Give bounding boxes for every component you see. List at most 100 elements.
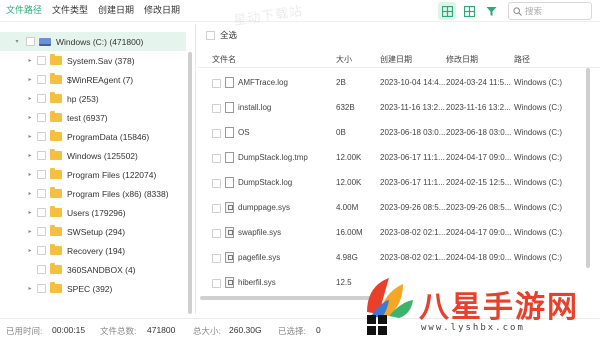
system-file-icon bbox=[225, 202, 234, 213]
row-checkbox[interactable] bbox=[212, 254, 221, 263]
tree-item-system-sav[interactable]: ▸ System.Sav (378) bbox=[0, 51, 186, 70]
tree-item-label: $WinREAgent (7) bbox=[67, 74, 134, 85]
tree-item-swsetup[interactable]: ▸ SWSetup (294) bbox=[0, 222, 186, 241]
file-created: 2023-11-16 13:2... bbox=[380, 103, 445, 112]
tree-item-label: hp (253) bbox=[67, 93, 99, 104]
expand-arrow-icon[interactable]: ▸ bbox=[25, 209, 35, 216]
file-row[interactable]: OS 0B 2023-06-18 03:0... 2023-06-18 03:0… bbox=[198, 121, 578, 146]
expand-arrow-icon[interactable]: ▸ bbox=[25, 190, 35, 197]
elapsed-time-label: 已用时间: bbox=[6, 326, 43, 336]
tree-checkbox[interactable] bbox=[37, 265, 46, 274]
file-created: 2023-06-18 03:0... bbox=[380, 128, 446, 137]
row-checkbox[interactable] bbox=[212, 104, 221, 113]
row-checkbox[interactable] bbox=[212, 229, 221, 238]
expand-arrow-icon[interactable]: ▸ bbox=[25, 133, 35, 140]
tab-file-type[interactable]: 文件类型 bbox=[50, 3, 90, 19]
column-header-created[interactable]: 创建日期 bbox=[380, 54, 412, 65]
tree-item-users[interactable]: ▸ Users (179296) bbox=[0, 203, 186, 222]
row-checkbox[interactable] bbox=[212, 279, 221, 288]
tree-checkbox[interactable] bbox=[37, 56, 46, 65]
filter-button[interactable] bbox=[482, 2, 500, 20]
expand-arrow-icon[interactable]: ▸ bbox=[25, 171, 35, 178]
folder-icon bbox=[50, 187, 62, 198]
row-checkbox[interactable] bbox=[212, 179, 221, 188]
file-name: DumpStack.log.tmp bbox=[238, 153, 308, 162]
file-size: 12.5 bbox=[336, 278, 352, 287]
row-checkbox[interactable] bbox=[212, 129, 221, 138]
tree-item-windows-c[interactable]: ▾ Windows (C:) (471800) bbox=[0, 32, 186, 51]
file-icon bbox=[225, 152, 234, 163]
tree-checkbox[interactable] bbox=[37, 227, 46, 236]
tree-item-hp[interactable]: ▸ hp (253) bbox=[0, 89, 186, 108]
tab-file-path[interactable]: 文件路径 bbox=[4, 3, 44, 19]
list-view-button[interactable] bbox=[460, 2, 478, 20]
expand-arrow-icon[interactable]: ▸ bbox=[25, 114, 35, 121]
search-input[interactable] bbox=[525, 6, 585, 16]
tree-checkbox[interactable] bbox=[37, 94, 46, 103]
file-list-scrollbar[interactable] bbox=[586, 68, 590, 268]
tree-item-label: ProgramData (15846) bbox=[67, 131, 150, 142]
tree-checkbox[interactable] bbox=[37, 189, 46, 198]
expand-arrow-icon[interactable]: ▸ bbox=[25, 247, 35, 254]
expand-arrow-icon[interactable]: ▸ bbox=[25, 228, 35, 235]
tree-item-program-files-x86[interactable]: ▸ Program Files (x86) (8338) bbox=[0, 184, 186, 203]
file-row[interactable]: DumpStack.log 12.00K 2023-06-17 11:1... … bbox=[198, 171, 578, 196]
folder-tree: ▾ Windows (C:) (471800) ▸ System.Sav (37… bbox=[0, 24, 196, 314]
file-path: Windows (C:) bbox=[514, 128, 563, 137]
tree-item-windows[interactable]: ▸ Windows (125502) bbox=[0, 146, 186, 165]
tree-item-winreagent[interactable]: ▸ $WinREAgent (7) bbox=[0, 70, 186, 89]
expand-arrow-icon[interactable]: ▸ bbox=[25, 76, 35, 83]
tree-item-360sandbox[interactable]: 360SANDBOX (4) bbox=[0, 260, 186, 279]
expand-arrow-icon[interactable]: ▸ bbox=[25, 95, 35, 102]
column-header-size[interactable]: 大小 bbox=[336, 54, 352, 65]
row-checkbox[interactable] bbox=[212, 204, 221, 213]
folder-icon bbox=[50, 111, 62, 122]
file-count-value: 471800 bbox=[147, 325, 176, 335]
file-row[interactable]: install.log 632B 2023-11-16 13:2... 2023… bbox=[198, 96, 578, 121]
tree-checkbox[interactable] bbox=[37, 246, 46, 255]
file-modified: 2024-03-24 11:5... bbox=[446, 78, 511, 87]
watermark-url: www.lyshbx.com bbox=[421, 323, 525, 333]
file-path: Windows (C:) bbox=[514, 178, 563, 187]
tree-item-test[interactable]: ▸ test (6937) bbox=[0, 108, 186, 127]
search-box[interactable] bbox=[508, 2, 592, 20]
expand-arrow-icon[interactable]: ▾ bbox=[12, 38, 22, 45]
file-row[interactable]: DumpStack.log.tmp 12.00K 2023-06-17 11:1… bbox=[198, 146, 578, 171]
tree-item-programdata[interactable]: ▸ ProgramData (15846) bbox=[0, 127, 186, 146]
grid-view-button[interactable] bbox=[438, 2, 456, 20]
file-row[interactable]: swapfile.sys 16.00M 2023-08-02 02:1... 2… bbox=[198, 221, 578, 246]
column-header-name[interactable]: 文件名 bbox=[212, 54, 236, 65]
selected-value: 0 bbox=[316, 325, 321, 335]
folder-icon bbox=[50, 149, 62, 160]
file-row[interactable]: dumppage.sys 4.00M 2023-09-26 08:5... 20… bbox=[198, 196, 578, 221]
tree-item-program-files[interactable]: ▸ Program Files (122074) bbox=[0, 165, 186, 184]
tree-checkbox[interactable] bbox=[37, 284, 46, 293]
file-size: 16.00M bbox=[336, 228, 363, 237]
select-all[interactable]: 全选 bbox=[206, 29, 237, 41]
tree-checkbox[interactable] bbox=[37, 170, 46, 179]
tab-created-date[interactable]: 创建日期 bbox=[96, 3, 136, 19]
toolbar-tools bbox=[438, 2, 592, 20]
expand-arrow-icon[interactable]: ▸ bbox=[25, 152, 35, 159]
tree-checkbox[interactable] bbox=[37, 132, 46, 141]
row-checkbox[interactable] bbox=[212, 79, 221, 88]
tree-checkbox[interactable] bbox=[37, 75, 46, 84]
horizontal-scrollbar[interactable] bbox=[200, 296, 380, 300]
tree-scrollbar[interactable] bbox=[188, 52, 192, 314]
column-header-path[interactable]: 路径 bbox=[514, 54, 530, 65]
tree-checkbox[interactable] bbox=[26, 37, 35, 46]
tree-checkbox[interactable] bbox=[37, 151, 46, 160]
tree-item-recovery[interactable]: ▸ Recovery (194) bbox=[0, 241, 186, 260]
file-name: swapfile.sys bbox=[238, 228, 282, 237]
row-checkbox[interactable] bbox=[212, 154, 221, 163]
search-icon bbox=[513, 6, 522, 16]
tab-modified-date[interactable]: 修改日期 bbox=[142, 3, 182, 19]
column-header-modified[interactable]: 修改日期 bbox=[446, 54, 478, 65]
file-row[interactable]: AMFTrace.log 2B 2023-10-04 14:4... 2024-… bbox=[198, 71, 578, 96]
select-all-checkbox[interactable] bbox=[206, 30, 215, 40]
expand-arrow-icon[interactable]: ▸ bbox=[25, 285, 35, 292]
tree-item-spec[interactable]: ▸ SPEC (392) bbox=[0, 279, 186, 298]
tree-checkbox[interactable] bbox=[37, 208, 46, 217]
tree-checkbox[interactable] bbox=[37, 113, 46, 122]
expand-arrow-icon[interactable]: ▸ bbox=[25, 57, 35, 64]
